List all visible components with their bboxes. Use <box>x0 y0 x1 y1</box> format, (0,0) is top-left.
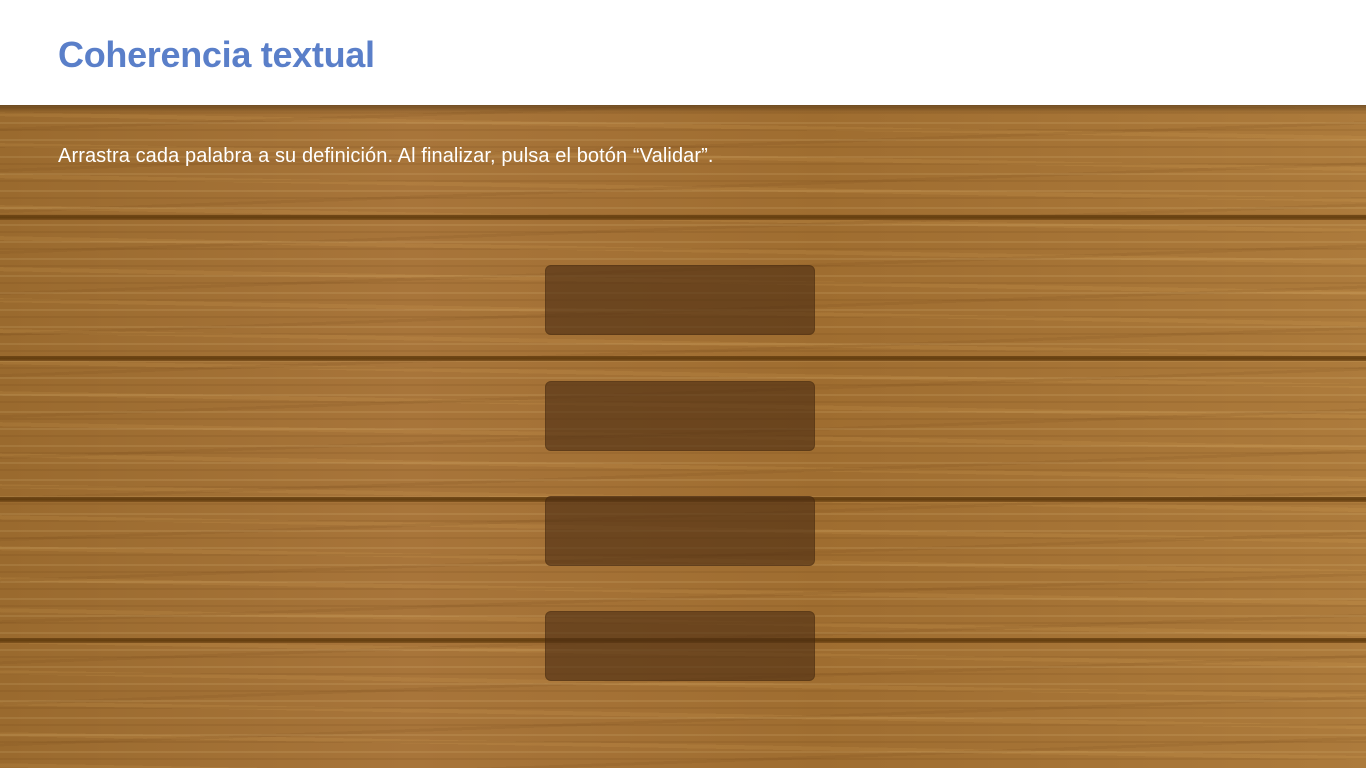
plank-seam <box>0 215 1366 220</box>
definition-drop-zone-3[interactable] <box>545 496 815 566</box>
page-header: Coherencia textual <box>0 0 1366 105</box>
definition-drop-zone-4[interactable] <box>545 611 815 681</box>
instructions-text: Arrastra cada palabra a su definición. A… <box>58 145 714 167</box>
header-shadow <box>0 105 1366 113</box>
page-title: Coherencia textual <box>58 34 375 75</box>
definition-drop-zone-2[interactable] <box>545 381 815 451</box>
definition-drop-zone-1[interactable] <box>545 265 815 335</box>
plank-seam <box>0 356 1366 361</box>
